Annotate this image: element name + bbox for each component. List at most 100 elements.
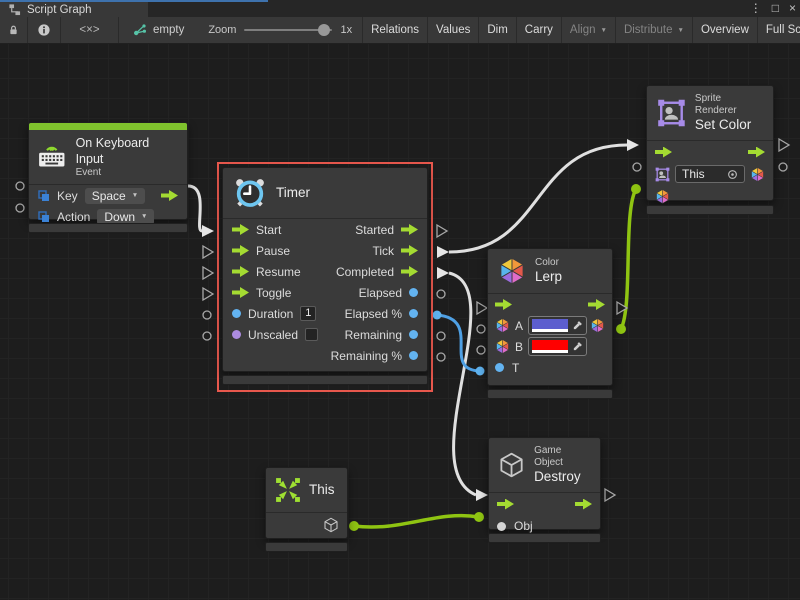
port-keyboard-key[interactable] — [16, 182, 24, 190]
port-lerp-t-connected[interactable] — [476, 367, 485, 376]
color-a-field[interactable] — [528, 316, 587, 335]
port-setcolor-flow-out[interactable] — [779, 139, 789, 151]
timer-row-remaining-pct: Remaining % — [223, 345, 427, 366]
duration-input[interactable]: 1 — [300, 306, 316, 321]
overview-button[interactable]: Overview — [693, 17, 758, 43]
port-timer-duration[interactable] — [203, 311, 211, 319]
port-destroy-flow-in-connected[interactable] — [476, 489, 488, 501]
timer-row-unscaled: Unscaled Remaining — [223, 324, 427, 345]
cube-icon — [498, 451, 525, 479]
node-header[interactable]: This — [266, 468, 347, 513]
target-object-field[interactable]: This — [675, 165, 745, 183]
fullscreen-button[interactable]: Full Screen — [758, 17, 800, 43]
port-timer-start-connected[interactable] — [202, 225, 214, 237]
setcolor-color-row — [647, 185, 773, 207]
color-a-swatch[interactable] — [532, 319, 568, 329]
t-label: T — [512, 361, 519, 375]
color-value-icon — [495, 318, 510, 333]
zoom-label: Zoom — [208, 24, 236, 36]
port-timer-started[interactable] — [437, 225, 447, 237]
node-header[interactable]: Timer — [223, 168, 427, 219]
node-this[interactable]: This — [265, 467, 348, 539]
flow-in-arrow-icon — [497, 499, 514, 510]
edit-code-button[interactable]: <×> — [61, 17, 119, 43]
node-footer — [222, 375, 428, 385]
node-header[interactable]: On Keyboard Input Event — [29, 130, 187, 185]
eyedropper-icon[interactable] — [572, 320, 583, 331]
color-result-icon — [590, 318, 605, 333]
node-header[interactable]: Sprite Renderer Set Color — [647, 86, 773, 141]
port-this-out-connected[interactable] — [349, 521, 359, 531]
close-icon[interactable]: × — [789, 1, 796, 15]
distribute-button[interactable]: Distribute▼ — [616, 17, 693, 43]
zoom-slider-handle[interactable] — [318, 24, 330, 36]
port-lerp-b[interactable] — [477, 346, 485, 354]
node-header[interactable]: Game Object Destroy — [489, 438, 600, 493]
values-button[interactable]: Values — [428, 17, 479, 43]
port-timer-unscaled[interactable] — [203, 332, 211, 340]
port-timer-remaining[interactable] — [437, 332, 445, 340]
zoom-slider[interactable] — [244, 29, 332, 31]
port-timer-toggle[interactable] — [203, 288, 213, 300]
node-title: Destroy — [534, 469, 591, 485]
this-output-row — [266, 513, 347, 536]
setcolor-target-row: This — [647, 163, 773, 185]
node-set-color[interactable]: Sprite Renderer Set Color This — [646, 85, 774, 201]
graph-name-indicator[interactable]: empty — [119, 17, 198, 43]
port-timer-resume[interactable] — [203, 267, 213, 279]
node-color-lerp[interactable]: Color Lerp A B — [487, 248, 613, 386]
port-lerp-flow-in[interactable] — [477, 302, 487, 314]
port-destroy-obj-connected[interactable] — [474, 512, 484, 522]
dim-button[interactable]: Dim — [479, 17, 516, 43]
lock-icon — [8, 23, 19, 37]
port-timer-pause[interactable] — [203, 246, 213, 258]
port-setcolor-flow-in-connected[interactable] — [627, 139, 639, 151]
script-graph-icon — [8, 3, 21, 16]
align-button[interactable]: Align▼ — [562, 17, 616, 43]
toolbar-left-group: <×> — [0, 17, 119, 43]
relations-button[interactable]: Relations — [362, 17, 428, 43]
port-keyboard-action[interactable] — [16, 204, 24, 212]
window-menu-icon[interactable]: ⋮ — [750, 1, 762, 15]
node-on-keyboard-input[interactable]: On Keyboard Input Event Key Space ▼ Acti… — [28, 122, 188, 220]
inspect-button[interactable] — [28, 17, 61, 43]
alpha-bar — [532, 350, 568, 353]
port-timer-remaining-pct[interactable] — [437, 353, 445, 361]
node-destroy[interactable]: Game Object Destroy Obj — [488, 437, 601, 530]
color-b-field[interactable] — [528, 337, 587, 356]
enum-icon — [38, 211, 50, 223]
port-timer-elapsed-pct-connected[interactable] — [433, 311, 442, 320]
key-dropdown[interactable]: Space ▼ — [85, 188, 145, 204]
object-picker-icon[interactable] — [727, 169, 738, 180]
flow-out-arrow-icon — [401, 224, 418, 235]
port-setcolor-target-out[interactable] — [779, 163, 787, 171]
port-timer-completed-connected[interactable] — [437, 267, 449, 279]
eyedropper-icon[interactable] — [572, 341, 583, 352]
obj-label: Obj — [514, 519, 533, 533]
port-timer-tick-connected[interactable] — [437, 246, 449, 258]
color-value-icon — [495, 339, 510, 354]
chevron-down-icon: ▼ — [601, 27, 607, 34]
port-lerp-result-connected[interactable] — [616, 324, 626, 334]
port-timer-elapsed[interactable] — [437, 290, 445, 298]
port-destroy-flow-out[interactable] — [605, 489, 615, 501]
unscaled-checkbox[interactable] — [305, 328, 318, 341]
carry-button[interactable]: Carry — [517, 17, 562, 43]
node-title: Set Color — [695, 117, 763, 133]
node-header[interactable]: Color Lerp — [488, 249, 612, 294]
wire-completed-to-destroy — [449, 273, 476, 495]
node-timer[interactable]: Timer Start Started Pause Tick Resume Co… — [222, 167, 428, 372]
port-setcolor-target[interactable] — [633, 163, 641, 171]
lerp-t-row: T — [488, 357, 612, 378]
maximize-icon[interactable]: □ — [772, 1, 779, 15]
node-title: This — [309, 482, 335, 498]
tab-script-graph[interactable]: Script Graph — [0, 2, 148, 17]
lock-button[interactable] — [0, 17, 28, 43]
node-footer — [28, 223, 188, 233]
tab-title: Script Graph — [27, 4, 92, 16]
port-setcolor-color-connected[interactable] — [631, 184, 641, 194]
node-title: Lerp — [535, 269, 562, 285]
port-lerp-a[interactable] — [477, 325, 485, 333]
flow-in-arrow-icon — [655, 147, 672, 158]
color-b-swatch[interactable] — [532, 340, 568, 350]
